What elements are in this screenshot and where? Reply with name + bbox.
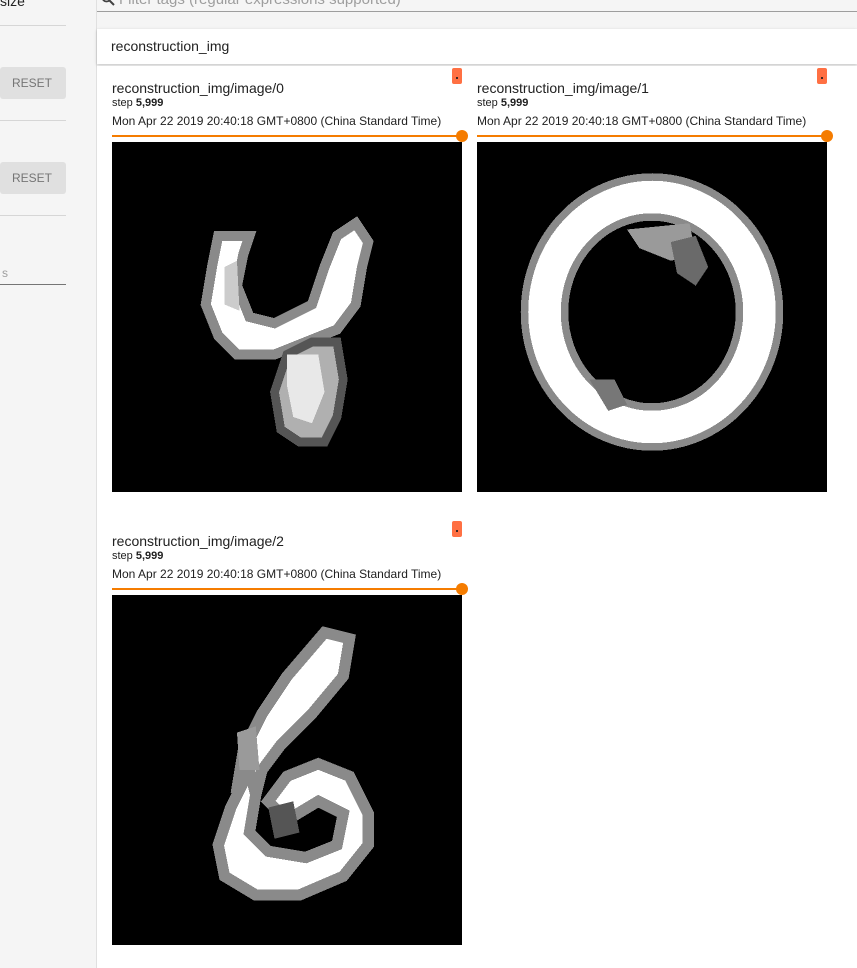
sidebar-filter-text: s (2, 266, 8, 280)
category-body: reconstruction_img/image/0 step 5,999 Mo… (97, 66, 857, 968)
step-value: 5,999 (135, 97, 164, 109)
step-slider-knob[interactable] (456, 130, 468, 142)
card-title: reconstruction_img/image/2 (112, 533, 284, 549)
sidebar-size-label: size (0, 0, 25, 9)
card-timestamp: Mon Apr 22 2019 20:40:18 GMT+0800 (China… (112, 114, 442, 128)
sample-image (112, 595, 462, 945)
step-label: step (477, 97, 498, 109)
card-title: reconstruction_img/image/0 (112, 80, 284, 96)
category-header[interactable]: reconstruction_img (97, 29, 857, 64)
step-slider[interactable] (112, 588, 462, 590)
main-panel: Filter tags (regular expressions support… (97, 0, 857, 968)
category-title: reconstruction_img (111, 38, 230, 54)
expand-icon[interactable] (817, 68, 827, 84)
expand-icon[interactable] (452, 68, 462, 84)
digit-image (112, 142, 462, 492)
digit-image (112, 595, 462, 945)
sample-image (477, 142, 827, 492)
sidebar-divider (0, 25, 66, 26)
card-timestamp: Mon Apr 22 2019 20:40:18 GMT+0800 (China… (112, 567, 442, 581)
sample-image (112, 142, 462, 492)
card-step: step 5,999 (112, 550, 163, 562)
reset-button-2[interactable]: RESET (0, 162, 66, 194)
step-slider[interactable] (477, 135, 827, 137)
step-label: step (112, 550, 133, 562)
step-label: step (112, 97, 133, 109)
card-step: step 5,999 (477, 97, 528, 109)
expand-icon[interactable] (452, 521, 462, 537)
step-value: 5,999 (135, 550, 164, 562)
reset-button-1[interactable]: RESET (0, 67, 66, 99)
card-timestamp: Mon Apr 22 2019 20:40:18 GMT+0800 (China… (477, 114, 807, 128)
step-slider-knob[interactable] (821, 130, 833, 142)
card-title: reconstruction_img/image/1 (477, 80, 649, 96)
sidebar-divider (0, 120, 66, 121)
step-value: 5,999 (500, 97, 529, 109)
sidebar-divider (0, 215, 66, 216)
sidebar-filter-input[interactable] (0, 264, 66, 285)
tag-filter-placeholder: Filter tags (regular expressions support… (119, 0, 401, 8)
card-step: step 5,999 (112, 97, 163, 109)
search-icon (102, 0, 115, 6)
step-slider[interactable] (112, 135, 462, 137)
tag-filter-input[interactable]: Filter tags (regular expressions support… (97, 0, 857, 12)
digit-image (477, 142, 827, 492)
step-slider-knob[interactable] (456, 583, 468, 595)
sidebar: size RESET RESET s (0, 0, 97, 968)
